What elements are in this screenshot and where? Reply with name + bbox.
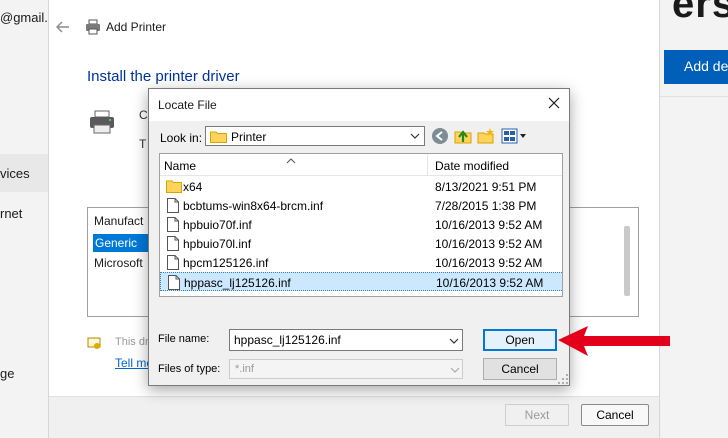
file-row-x64[interactable]: x64 8/13/2021 9:51 PM bbox=[160, 177, 562, 196]
divider bbox=[660, 96, 728, 97]
sidebar-item-devices[interactable]: vices bbox=[0, 166, 30, 181]
file-date: 7/28/2015 1:38 PM bbox=[435, 199, 537, 213]
file-name: hpbuio70f.inf bbox=[183, 218, 252, 232]
dialog-title: Locate File bbox=[158, 98, 217, 112]
file-row[interactable]: hpbuio70f.inf 10/16/2013 9:52 AM bbox=[160, 215, 562, 234]
file-date: 8/13/2021 9:51 PM bbox=[435, 180, 537, 194]
look-in-label: Look in: bbox=[160, 131, 203, 145]
back-icon[interactable] bbox=[431, 127, 449, 145]
chevron-down-icon[interactable] bbox=[409, 130, 421, 142]
manufacturer-column-header[interactable]: Manufact bbox=[94, 214, 143, 228]
file-date: 10/16/2013 9:52 AM bbox=[435, 256, 543, 270]
file-list[interactable]: Name Date modified x64 8/13/2021 9:51 PM… bbox=[159, 153, 563, 297]
dialog-titlebar[interactable]: Locate File bbox=[149, 89, 569, 121]
sidebar-item-internet[interactable]: rnet bbox=[0, 206, 22, 221]
files-of-type-value: *.inf bbox=[235, 363, 254, 375]
back-arrow-icon[interactable] bbox=[55, 19, 71, 35]
look-in-dropdown[interactable]: Printer bbox=[205, 126, 425, 146]
file-date: 10/16/2013 9:52 AM bbox=[436, 276, 544, 290]
files-of-type-dropdown: *.inf bbox=[229, 359, 463, 379]
wizard-heading: Install the printer driver bbox=[87, 68, 240, 85]
chevron-down-icon[interactable] bbox=[448, 335, 460, 347]
driver-signed-text: This dri bbox=[115, 336, 152, 348]
look-in-value: Printer bbox=[231, 130, 267, 144]
folder-icon bbox=[210, 130, 227, 143]
file-name: hpbuio70l.inf bbox=[183, 237, 252, 251]
settings-sidebar: @gmail.co vices rnet ge bbox=[0, 0, 62, 438]
open-button[interactable]: Open bbox=[483, 329, 557, 351]
column-divider[interactable] bbox=[427, 154, 428, 176]
manufacturer-item-microsoft[interactable]: Microsoft bbox=[94, 256, 143, 270]
file-name-input[interactable] bbox=[229, 329, 463, 351]
column-header-name[interactable]: Name bbox=[164, 159, 196, 173]
cancel-button[interactable]: Cancel bbox=[581, 404, 649, 426]
locate-file-dialog: Locate File Look in: Printer Name Date m… bbox=[148, 88, 570, 386]
wizard-partial-text: T bbox=[139, 137, 147, 151]
file-date: 10/16/2013 9:52 AM bbox=[435, 218, 543, 232]
chevron-down-icon bbox=[449, 364, 461, 376]
view-menu-icon[interactable] bbox=[501, 127, 527, 145]
printer-icon bbox=[85, 19, 101, 35]
file-row-selected[interactable]: hppasc_lj125126.inf 10/16/2013 9:52 AM bbox=[160, 272, 562, 291]
file-name: hpcm125126.inf bbox=[183, 256, 269, 270]
resize-grip-icon[interactable] bbox=[557, 373, 569, 385]
printer-device-icon bbox=[89, 110, 115, 134]
file-name-label: File name: bbox=[158, 333, 210, 345]
files-of-type-label: Files of type: bbox=[158, 363, 221, 375]
file-list-header: Name Date modified bbox=[160, 154, 562, 176]
file-row[interactable]: hpbuio70l.inf 10/16/2013 9:52 AM bbox=[160, 234, 562, 253]
folder-icon bbox=[166, 179, 182, 194]
annotation-arrow-icon bbox=[556, 320, 676, 364]
manufacturer-item-generic[interactable]: Generic bbox=[93, 234, 153, 252]
scrollbar[interactable] bbox=[624, 226, 630, 296]
close-icon[interactable] bbox=[547, 96, 561, 110]
file-name: bcbtums-win8x64-brcm.inf bbox=[183, 199, 324, 213]
certificate-icon bbox=[87, 336, 101, 350]
file-icon bbox=[166, 217, 180, 232]
new-folder-icon[interactable] bbox=[477, 127, 495, 145]
file-name: x64 bbox=[183, 180, 203, 194]
file-icon bbox=[166, 198, 180, 213]
page-title: ers bbox=[672, 0, 728, 26]
file-icon bbox=[166, 255, 180, 270]
column-header-date-modified[interactable]: Date modified bbox=[435, 159, 509, 173]
file-date: 10/16/2013 9:52 AM bbox=[435, 237, 543, 251]
wizard-partial-text: C bbox=[139, 108, 148, 122]
file-name: hppasc_lj125126.inf bbox=[184, 276, 291, 290]
file-icon bbox=[166, 236, 180, 251]
file-row[interactable]: bcbtums-win8x64-brcm.inf 7/28/2015 1:38 … bbox=[160, 196, 562, 215]
sort-arrow-icon bbox=[286, 154, 296, 164]
dialog-cancel-button[interactable]: Cancel bbox=[483, 358, 557, 380]
file-icon bbox=[167, 275, 181, 290]
wizard-title: Add Printer bbox=[106, 20, 167, 34]
sidebar-item-language[interactable]: ge bbox=[0, 366, 14, 381]
add-device-button[interactable]: Add de bbox=[664, 50, 728, 84]
next-button[interactable]: Next bbox=[505, 404, 569, 426]
file-row[interactable]: hpcm125126.inf 10/16/2013 9:52 AM bbox=[160, 253, 562, 272]
up-folder-icon[interactable] bbox=[454, 127, 472, 145]
